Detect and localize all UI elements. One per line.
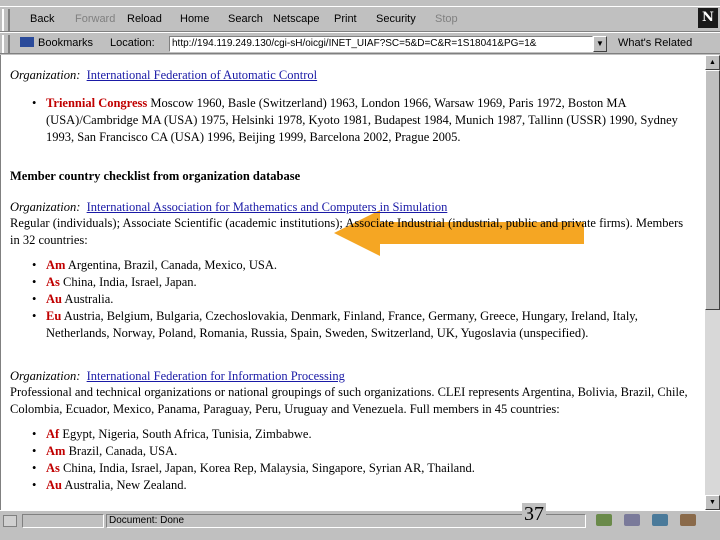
back-button[interactable]: Back — [30, 13, 54, 25]
section-heading: Member country checklist from organizati… — [10, 169, 301, 183]
org-label: Organization: — [10, 68, 81, 82]
composer-icon[interactable] — [680, 514, 696, 526]
toolbar-grip[interactable] — [2, 35, 10, 53]
org-link-imacs[interactable]: International Association for Mathematic… — [87, 200, 448, 214]
item-text: Australia. — [64, 292, 114, 306]
item-tag: Am — [46, 444, 66, 458]
bookmarks-label: Bookmarks — [38, 37, 94, 49]
newsgroups-icon[interactable] — [652, 514, 668, 526]
location-toolbar: Bookmarks Location: http://194.119.249.1… — [0, 32, 720, 54]
item-tag: Au — [46, 292, 62, 306]
mail-icon[interactable] — [624, 514, 640, 526]
item-text: Brazil, Canada, USA. — [68, 444, 178, 458]
org-block-imacs: Organization: International Association … — [10, 200, 690, 342]
page-content: Organization: International Federation o… — [0, 55, 705, 510]
search-button[interactable]: Search — [228, 13, 263, 25]
item-tag: As — [46, 461, 60, 475]
status-text: Document: Done — [106, 514, 586, 528]
url-dropdown-button[interactable]: ▼ — [593, 36, 607, 52]
list-item: Am Brazil, Canada, USA. — [10, 443, 690, 460]
item-text: Argentina, Brazil, Canada, Mexico, USA. — [67, 258, 277, 272]
list-item: Triennial Congress Moscow 1960, Basle (S… — [10, 95, 690, 146]
bookmarks-button[interactable]: Bookmarks — [20, 37, 93, 49]
item-list: Af Egypt, Nigeria, South Africa, Tunisia… — [10, 426, 690, 494]
print-button[interactable]: Print — [334, 13, 357, 25]
forward-button[interactable]: Forward — [75, 13, 115, 25]
item-text: Egypt, Nigeria, South Africa, Tunisia, Z… — [62, 427, 312, 441]
list-item: Af Egypt, Nigeria, South Africa, Tunisia… — [10, 426, 690, 443]
netscape-button[interactable]: Netscape — [273, 13, 319, 25]
list-item: Am Argentina, Brazil, Canada, Mexico, US… — [10, 257, 690, 274]
item-tag: Am — [46, 258, 66, 272]
item-text: China, India, Israel, Japan, Korea Rep, … — [63, 461, 475, 475]
item-text: Australia, New Zealand. — [64, 478, 187, 492]
list-item: Au Australia, New Zealand. — [10, 477, 690, 494]
home-button[interactable]: Home — [180, 13, 209, 25]
item-text: China, India, Israel, Japan. — [63, 275, 197, 289]
stop-button[interactable]: Stop — [435, 13, 458, 25]
list-item: Eu Austria, Belgium, Bulgaria, Czechoslo… — [10, 308, 690, 342]
vertical-scrollbar[interactable]: ▲ ▼ — [705, 55, 720, 510]
navigation-toolbar: Back Forward Reload Home Search Netscape… — [0, 6, 720, 32]
scroll-down-button[interactable]: ▼ — [705, 495, 720, 510]
list-item: As China, India, Israel, Japan. — [10, 274, 690, 291]
status-bar: Document: Done 37 — [0, 503, 720, 540]
org-description: Professional and technical organizations… — [10, 385, 688, 416]
url-input[interactable]: http://194.119.249.130/cgi-sH/oicgi/INET… — [169, 36, 593, 52]
page-number: 37 — [522, 503, 546, 526]
org-block-ifac: Organization: International Federation o… — [10, 68, 690, 146]
security-lock-icon[interactable] — [3, 515, 17, 527]
bookmarks-icon — [20, 37, 34, 47]
org-label: Organization: — [10, 200, 81, 214]
item-list: Am Argentina, Brazil, Canada, Mexico, US… — [10, 257, 690, 342]
location-label: Location: — [110, 37, 155, 49]
scroll-thumb[interactable] — [705, 70, 720, 310]
item-list: Triennial Congress Moscow 1960, Basle (S… — [10, 95, 690, 146]
org-link-ifip[interactable]: International Federation for Information… — [87, 369, 345, 383]
scroll-up-button[interactable]: ▲ — [705, 55, 720, 70]
item-tag: As — [46, 275, 60, 289]
reload-button[interactable]: Reload — [127, 13, 162, 25]
org-block-ifip: Organization: International Federation f… — [10, 369, 690, 494]
whats-related-button[interactable]: What's Related — [618, 37, 692, 49]
progress-bar — [22, 514, 104, 528]
toolbar-grip[interactable] — [2, 9, 10, 31]
list-item: As China, India, Israel, Japan, Korea Re… — [10, 460, 690, 477]
item-tag: Triennial Congress — [46, 96, 148, 110]
org-link-ifac[interactable]: International Federation of Automatic Co… — [87, 68, 318, 82]
security-button[interactable]: Security — [376, 13, 416, 25]
list-item: Au Australia. — [10, 291, 690, 308]
item-tag: Af — [46, 427, 60, 441]
navigator-icon[interactable] — [596, 514, 612, 526]
org-label: Organization: — [10, 369, 81, 383]
item-tag: Au — [46, 478, 62, 492]
item-tag: Eu — [46, 309, 62, 323]
org-description: Regular (individuals); Associate Scienti… — [10, 216, 684, 247]
item-text: Austria, Belgium, Bulgaria, Czechoslovak… — [46, 309, 638, 340]
netscape-logo[interactable]: N — [698, 8, 718, 28]
